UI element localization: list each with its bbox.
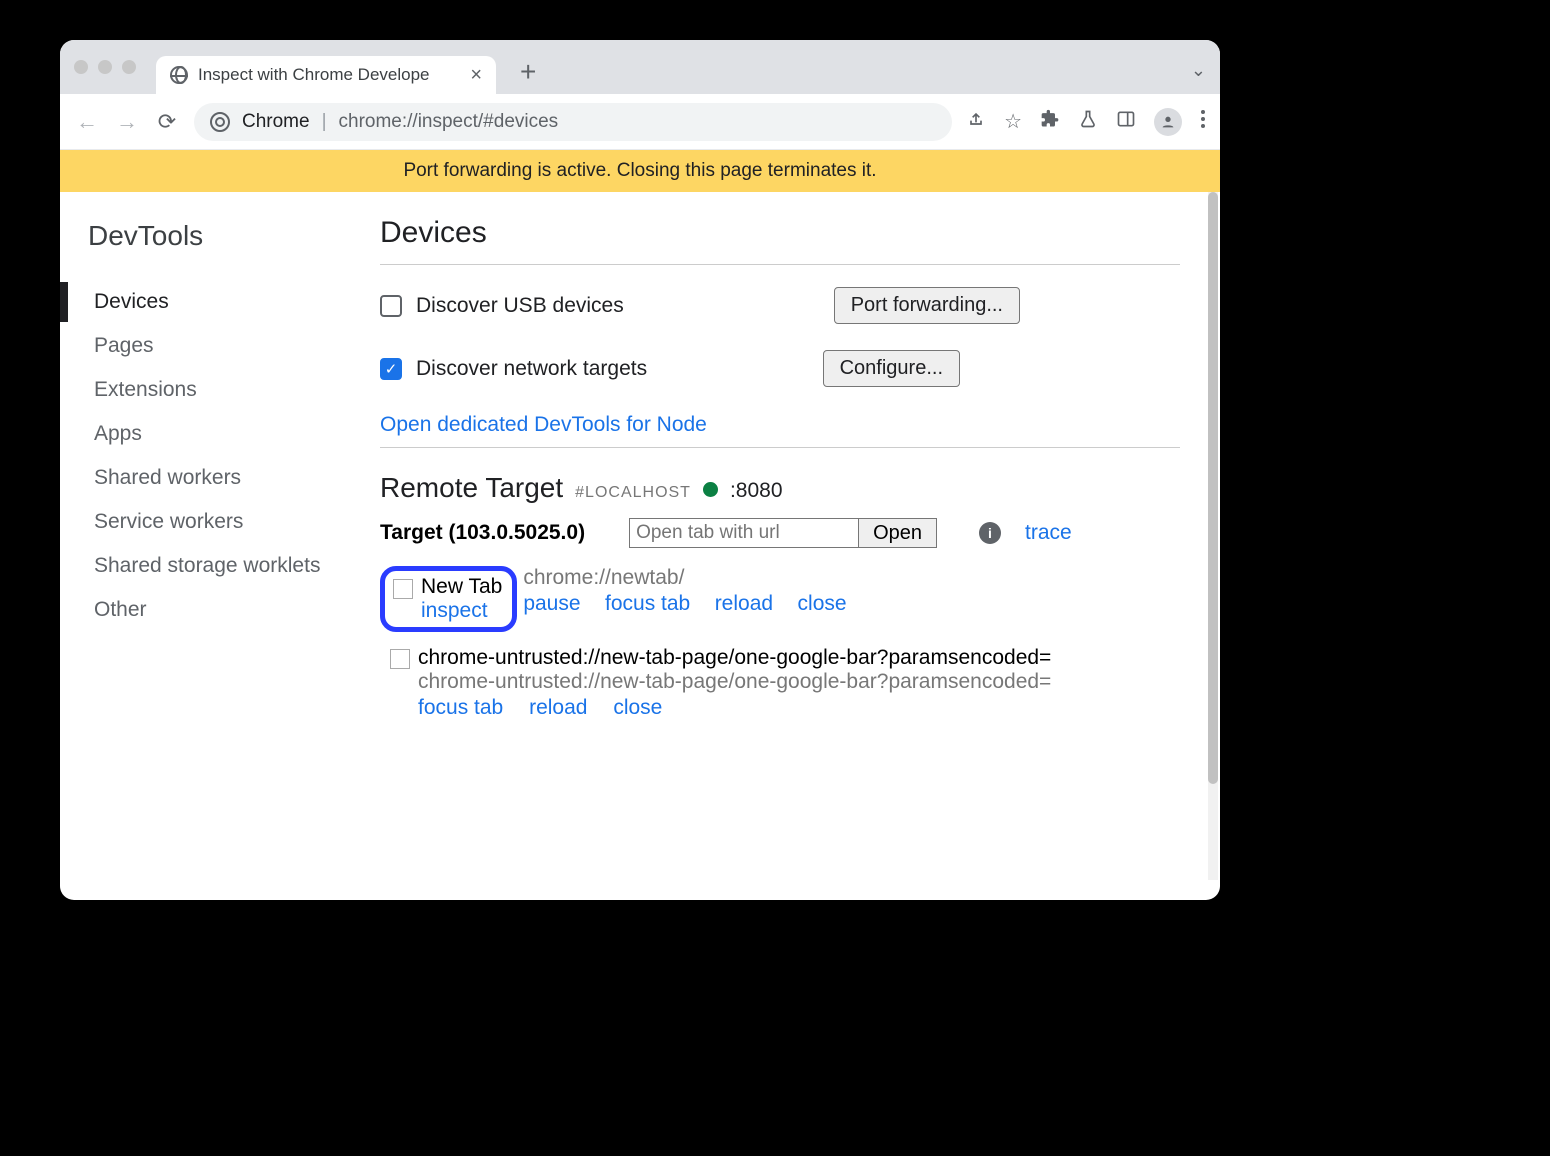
- side-panel-icon[interactable]: [1116, 109, 1136, 135]
- inspect-link[interactable]: inspect: [421, 599, 502, 623]
- main-heading: Devices: [380, 216, 1180, 250]
- back-icon[interactable]: ←: [74, 109, 100, 135]
- pause-link[interactable]: pause: [523, 592, 580, 615]
- tab-title: Inspect with Chrome Develope: [198, 65, 460, 85]
- discover-network-row: ✓ Discover network targets Configure...: [380, 350, 1180, 387]
- target-row: Target (103.0.5025.0) Open i trace: [380, 518, 1180, 548]
- trace-link[interactable]: trace: [1025, 521, 1072, 545]
- sidebar-item-shared-storage-worklets[interactable]: Shared storage worklets: [88, 544, 380, 588]
- status-dot-icon: [703, 482, 718, 497]
- remote-target-host: #LOCALHOST: [575, 484, 691, 502]
- close-link[interactable]: close: [613, 696, 662, 719]
- discover-usb-label: Discover USB devices: [416, 294, 624, 318]
- zoom-window-icon[interactable]: [122, 60, 136, 74]
- browser-window: Inspect with Chrome Develope × + ⌄ ← → ⟳…: [60, 40, 1220, 900]
- sidebar-item-service-workers[interactable]: Service workers: [88, 500, 380, 544]
- bookmark-star-icon[interactable]: ☆: [1004, 109, 1022, 134]
- sidebar-item-pages[interactable]: Pages: [88, 324, 380, 368]
- entry-url: chrome-untrusted://new-tab-page/one-goog…: [418, 670, 1051, 694]
- discover-network-label: Discover network targets: [416, 357, 647, 381]
- minimize-window-icon[interactable]: [98, 60, 112, 74]
- sidebar-item-apps[interactable]: Apps: [88, 412, 380, 456]
- close-tab-icon[interactable]: ×: [470, 65, 482, 85]
- browser-tab[interactable]: Inspect with Chrome Develope ×: [156, 56, 496, 94]
- open-tab-url-input[interactable]: [629, 518, 859, 548]
- tab-overflow-chevron-icon[interactable]: ⌄: [1191, 60, 1206, 81]
- favicon-placeholder-icon: [393, 579, 413, 599]
- sidebar-item-devices[interactable]: Devices: [88, 280, 380, 324]
- open-tab-button[interactable]: Open: [858, 518, 937, 548]
- omnibox-label: Chrome: [242, 111, 310, 133]
- remote-target-port: :8080: [730, 479, 783, 503]
- omnibox-url: chrome://inspect/#devices: [339, 111, 559, 133]
- remote-target-title: Remote Target: [380, 472, 563, 504]
- chrome-icon: [210, 112, 230, 132]
- sidebar-title: DevTools: [88, 220, 380, 252]
- sidebar-item-extensions[interactable]: Extensions: [88, 368, 380, 412]
- main-panel: Devices Discover USB devices Port forwar…: [380, 192, 1220, 900]
- divider: [380, 447, 1180, 448]
- sidebar: DevTools DevicesPagesExtensionsAppsShare…: [60, 192, 380, 900]
- globe-icon: [170, 66, 188, 84]
- divider: [380, 264, 1180, 265]
- sidebar-item-other[interactable]: Other: [88, 588, 380, 632]
- focus-tab-link[interactable]: focus tab: [418, 696, 503, 719]
- info-icon[interactable]: i: [979, 522, 1001, 544]
- scrollbar[interactable]: [1208, 192, 1218, 880]
- labs-flask-icon[interactable]: [1078, 109, 1098, 135]
- port-forwarding-banner: Port forwarding is active. Closing this …: [60, 150, 1220, 192]
- entry-title: chrome-untrusted://new-tab-page/one-goog…: [418, 646, 1051, 670]
- omnibox-separator: |: [322, 111, 327, 133]
- configure-button[interactable]: Configure...: [823, 350, 960, 387]
- window-controls: [74, 60, 136, 74]
- sidebar-item-shared-workers[interactable]: Shared workers: [88, 456, 380, 500]
- open-node-devtools-link[interactable]: Open dedicated DevTools for Node: [380, 413, 707, 436]
- entry-title: New Tab: [421, 575, 502, 599]
- reload-link[interactable]: reload: [529, 696, 587, 719]
- target-entry: chrome-untrusted://new-tab-page/one-goog…: [390, 646, 1180, 720]
- scrollbar-thumb[interactable]: [1208, 192, 1218, 784]
- discover-usb-row: Discover USB devices Port forwarding...: [380, 287, 1180, 324]
- discover-usb-checkbox[interactable]: [380, 295, 402, 317]
- forward-icon[interactable]: →: [114, 109, 140, 135]
- port-forwarding-button[interactable]: Port forwarding...: [834, 287, 1020, 324]
- share-icon[interactable]: [966, 109, 986, 135]
- remote-target-header: Remote Target #LOCALHOST :8080: [380, 472, 1180, 504]
- kebab-menu-icon[interactable]: [1200, 109, 1206, 135]
- profile-avatar-icon[interactable]: [1154, 108, 1182, 136]
- close-window-icon[interactable]: [74, 60, 88, 74]
- new-tab-button[interactable]: +: [520, 56, 536, 88]
- reload-link[interactable]: reload: [715, 592, 773, 615]
- address-bar[interactable]: Chrome | chrome://inspect/#devices: [194, 103, 952, 141]
- extensions-puzzle-icon[interactable]: [1040, 109, 1060, 135]
- reload-icon[interactable]: ⟳: [154, 109, 180, 135]
- close-link[interactable]: close: [798, 592, 847, 615]
- entry-url: chrome://newtab/: [523, 566, 684, 589]
- page-body: DevTools DevicesPagesExtensionsAppsShare…: [60, 192, 1220, 900]
- toolbar-actions: ☆: [966, 108, 1206, 136]
- discover-network-checkbox[interactable]: ✓: [380, 358, 402, 380]
- tab-strip: Inspect with Chrome Develope × + ⌄: [60, 40, 1220, 94]
- inspect-highlight: New Tab inspect: [380, 566, 517, 632]
- toolbar: ← → ⟳ Chrome | chrome://inspect/#devices…: [60, 94, 1220, 150]
- target-label: Target (103.0.5025.0): [380, 521, 585, 545]
- focus-tab-link[interactable]: focus tab: [605, 592, 690, 615]
- favicon-placeholder-icon: [390, 649, 410, 669]
